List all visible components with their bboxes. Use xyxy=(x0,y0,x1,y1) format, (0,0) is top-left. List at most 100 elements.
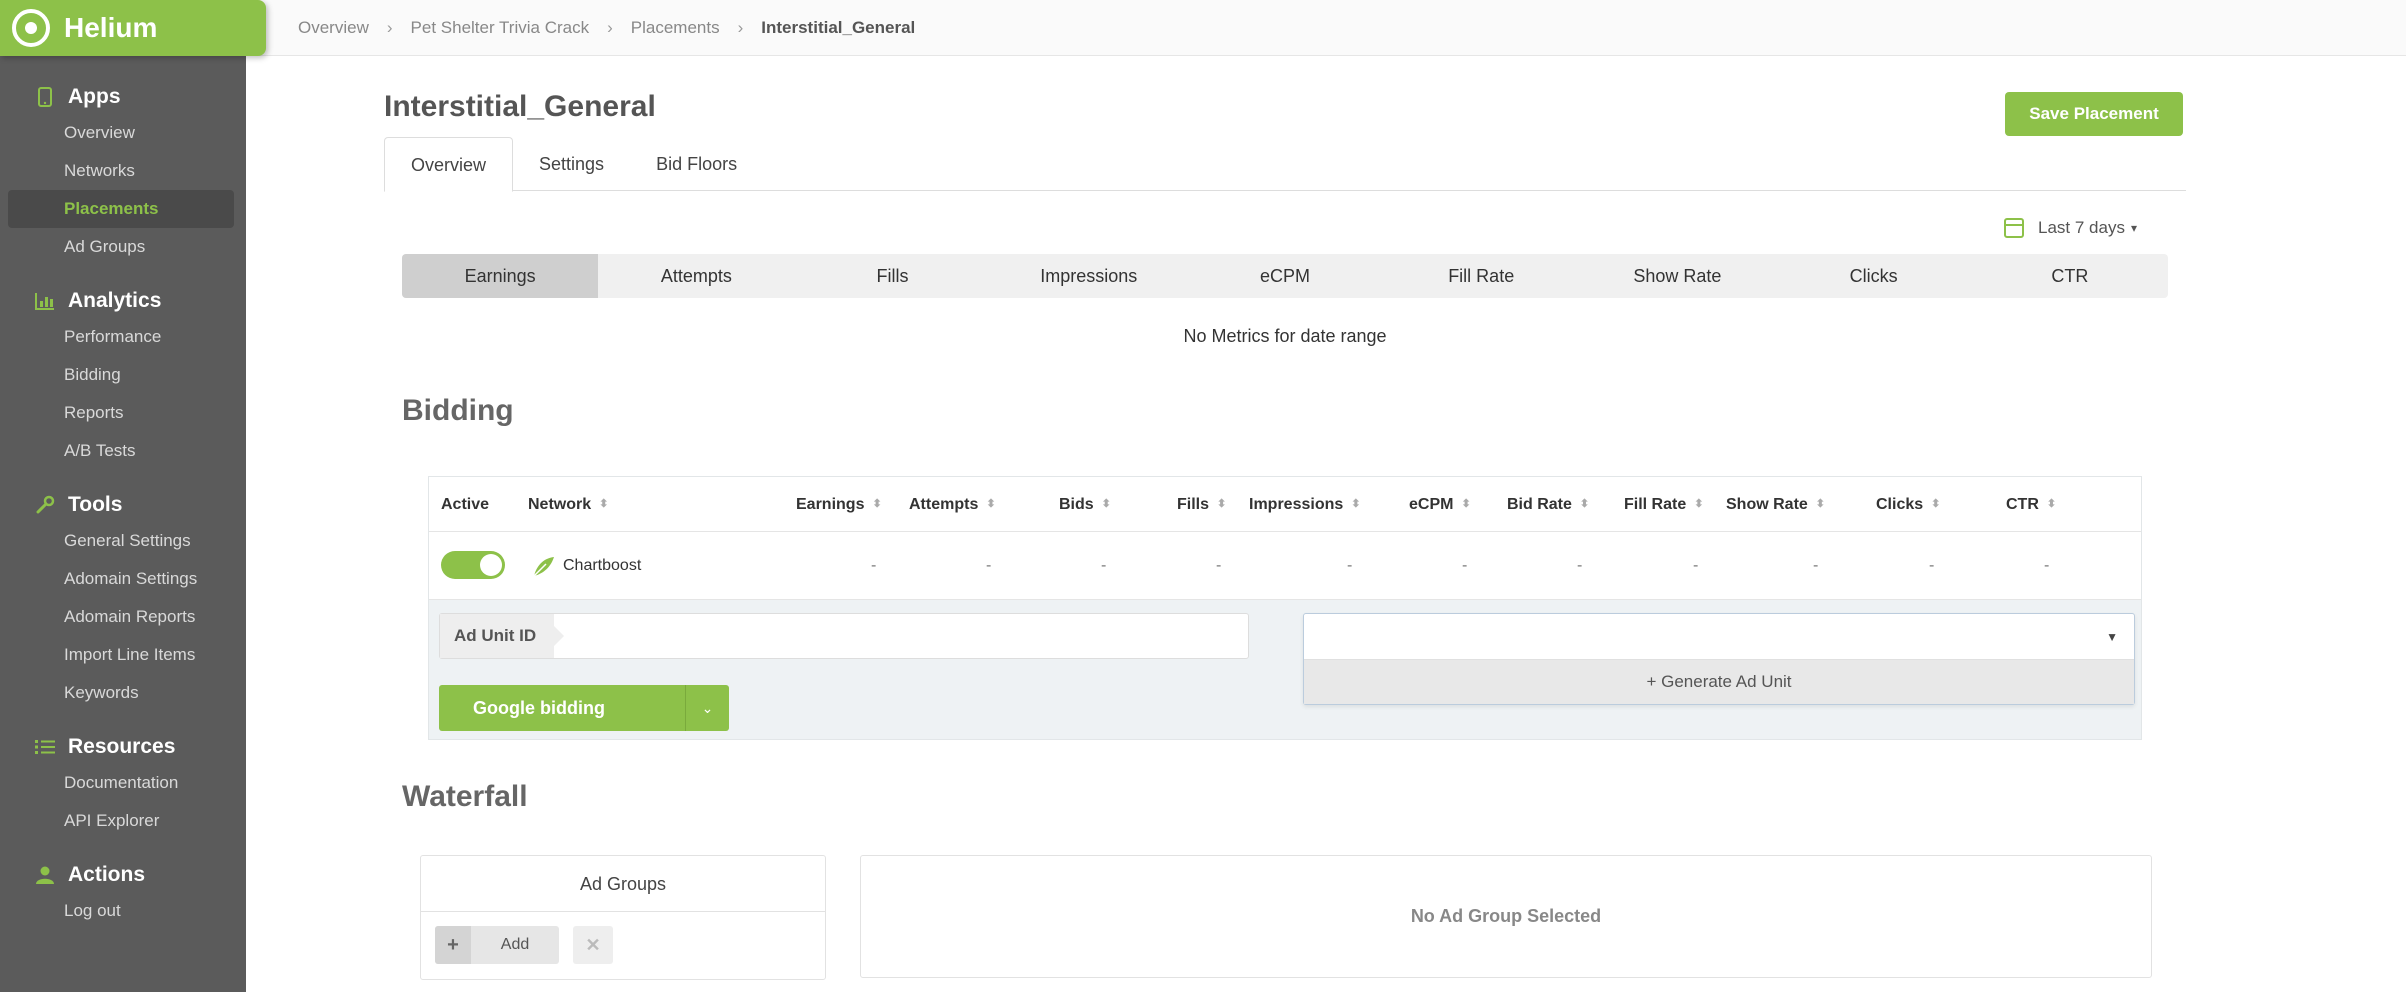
chevron-right-icon: › xyxy=(607,17,613,37)
add-ad-group-button[interactable]: + Add xyxy=(435,926,559,964)
tab-settings[interactable]: Settings xyxy=(513,137,630,191)
calendar-icon xyxy=(2004,218,2024,238)
sort-icon: ⬍ xyxy=(986,498,996,511)
metric-tab-ctr[interactable]: CTR xyxy=(1972,254,2168,298)
col-impressions[interactable]: Impressions ⬍ xyxy=(1249,477,1360,532)
bidding-table-header: Active Network ⬍ Earnings ⬍ Attempts ⬍ Bids… xyxy=(429,477,2141,532)
ad-unit-select: ▼ + Generate Ad Unit xyxy=(1303,613,2135,705)
nav-section-actions: Actions Log out xyxy=(0,858,246,930)
nav-header-actions[interactable]: Actions xyxy=(0,858,246,892)
ad-unit-select-toggle[interactable]: ▼ xyxy=(1304,614,2134,660)
sidebar-item-api-explorer[interactable]: API Explorer xyxy=(0,802,246,840)
google-bidding-button: Google bidding ⌄ xyxy=(439,685,729,731)
cell-earnings: - xyxy=(871,557,877,574)
chevron-down-icon[interactable]: ⌄ xyxy=(685,685,729,731)
nav-header-apps[interactable]: Apps xyxy=(0,80,246,114)
breadcrumb-current: Interstitial_General xyxy=(761,17,916,37)
col-fills[interactable]: Fills ⬍ xyxy=(1177,477,1226,532)
cell-impressions: - xyxy=(1347,557,1353,574)
metric-tab-ecpm[interactable]: eCPM xyxy=(1187,254,1383,298)
sidebar-item-log-out[interactable]: Log out xyxy=(0,892,246,930)
helium-logo-icon xyxy=(12,9,50,47)
close-icon[interactable]: ✕ xyxy=(573,926,613,964)
wrench-icon xyxy=(34,494,56,516)
breadcrumb: Overview › Pet Shelter Trivia Crack › Pl… xyxy=(246,0,2406,56)
sidebar-item-overview[interactable]: Overview xyxy=(0,114,246,152)
nav-header-analytics[interactable]: Analytics xyxy=(0,284,246,318)
col-label: Fill Rate xyxy=(1624,496,1687,513)
col-attempts[interactable]: Attempts ⬍ xyxy=(909,477,996,532)
col-bids[interactable]: Bids ⬍ xyxy=(1059,477,1111,532)
col-ctr[interactable]: CTR ⬍ xyxy=(2006,477,2056,532)
col-label: Clicks xyxy=(1876,496,1924,513)
metric-tab-fill-rate[interactable]: Fill Rate xyxy=(1383,254,1579,298)
col-network[interactable]: Network ⬍ xyxy=(528,477,608,532)
metric-tab-clicks[interactable]: Clicks xyxy=(1776,254,1972,298)
sidebar-item-adomain-reports[interactable]: Adomain Reports xyxy=(0,598,246,636)
sort-icon: ⬍ xyxy=(1931,498,1941,511)
cell-attempts: - xyxy=(986,557,992,574)
nav-section-analytics: Analytics Performance Bidding Reports A/… xyxy=(0,284,246,470)
no-ad-group-message: No Ad Group Selected xyxy=(1410,906,1602,926)
brand-name: Helium xyxy=(64,12,158,43)
metric-tab-attempts[interactable]: Attempts xyxy=(598,254,794,298)
sidebar-item-placements[interactable]: Placements xyxy=(8,190,234,228)
col-label: Fills xyxy=(1177,496,1210,513)
google-bidding-label[interactable]: Google bidding xyxy=(439,685,685,731)
sidebar-item-performance[interactable]: Performance xyxy=(0,318,246,356)
ad-unit-id-input[interactable] xyxy=(570,614,1246,658)
sort-icon: ⬍ xyxy=(872,498,882,511)
metric-tab-impressions[interactable]: Impressions xyxy=(991,254,1187,298)
col-active: Active xyxy=(441,496,490,513)
tab-bid-floors[interactable]: Bid Floors xyxy=(630,137,763,191)
breadcrumb-overview[interactable]: Overview xyxy=(298,18,369,38)
caret-down-icon: ▼ xyxy=(2106,630,2118,644)
ad-unit-id-group: Ad Unit ID xyxy=(439,613,1249,659)
col-bid-rate[interactable]: Bid Rate ⬍ xyxy=(1507,477,1589,532)
bidding-title: Bidding xyxy=(402,394,514,427)
nav-header-resources[interactable]: Resources xyxy=(0,730,246,764)
col-fill-rate[interactable]: Fill Rate ⬍ xyxy=(1624,477,1703,532)
caret-down-icon: ▾ xyxy=(2130,221,2137,235)
col-label: Impressions xyxy=(1249,496,1344,513)
sidebar-item-documentation[interactable]: Documentation xyxy=(0,764,246,802)
date-range-picker[interactable]: Last 7 days ▾ xyxy=(2004,218,2137,238)
metric-tab-fills[interactable]: Fills xyxy=(794,254,990,298)
sort-icon: ⬍ xyxy=(599,498,609,511)
tab-overview[interactable]: Overview xyxy=(384,137,514,192)
save-placement-button[interactable]: Save Placement xyxy=(2005,92,2183,136)
sidebar-item-general-settings[interactable]: General Settings xyxy=(0,522,246,560)
brand-logo[interactable]: Helium xyxy=(0,0,266,56)
metric-tab-show-rate[interactable]: Show Rate xyxy=(1579,254,1775,298)
sidebar-item-networks[interactable]: Networks xyxy=(0,152,246,190)
sort-icon: ⬍ xyxy=(1217,498,1227,511)
sidebar: Apps Overview Networks Placements Ad Gro… xyxy=(0,0,246,992)
breadcrumb-app[interactable]: Pet Shelter Trivia Crack xyxy=(411,18,590,38)
sidebar-item-ad-groups[interactable]: Ad Groups xyxy=(0,228,246,266)
nav-section-tools: Tools General Settings Adomain Settings … xyxy=(0,488,246,712)
col-earnings[interactable]: Earnings ⬍ xyxy=(796,477,882,532)
page-title: Interstitial_General xyxy=(384,90,656,123)
add-label: Add xyxy=(500,936,530,953)
col-label: Earnings xyxy=(796,496,865,513)
breadcrumb-placements[interactable]: Placements xyxy=(631,18,720,38)
metric-tab-earnings[interactable]: Earnings xyxy=(402,254,599,298)
sidebar-item-import-line-items[interactable]: Import Line Items xyxy=(0,636,246,674)
table-row: Chartboost - - - - - - - - - - - xyxy=(429,532,2141,600)
nav-header-tools[interactable]: Tools xyxy=(0,488,246,522)
sort-icon: ⬍ xyxy=(1101,498,1111,511)
col-label: Bid Rate xyxy=(1507,496,1572,513)
chartboost-icon xyxy=(531,554,557,580)
sidebar-item-ab-tests[interactable]: A/B Tests xyxy=(0,432,246,470)
col-show-rate[interactable]: Show Rate ⬍ xyxy=(1726,477,1825,532)
sidebar-item-reports[interactable]: Reports xyxy=(0,394,246,432)
cell-ctr: - xyxy=(2044,557,2050,574)
active-toggle[interactable] xyxy=(441,551,505,579)
generate-ad-unit-button[interactable]: + Generate Ad Unit xyxy=(1304,660,2134,704)
sidebar-item-adomain-settings[interactable]: Adomain Settings xyxy=(0,560,246,598)
col-clicks[interactable]: Clicks ⬍ xyxy=(1876,477,1940,532)
col-ecpm[interactable]: eCPM ⬍ xyxy=(1409,477,1471,532)
cell-bid-rate: - xyxy=(1577,557,1583,574)
sidebar-item-bidding[interactable]: Bidding xyxy=(0,356,246,394)
sidebar-item-keywords[interactable]: Keywords xyxy=(0,674,246,712)
